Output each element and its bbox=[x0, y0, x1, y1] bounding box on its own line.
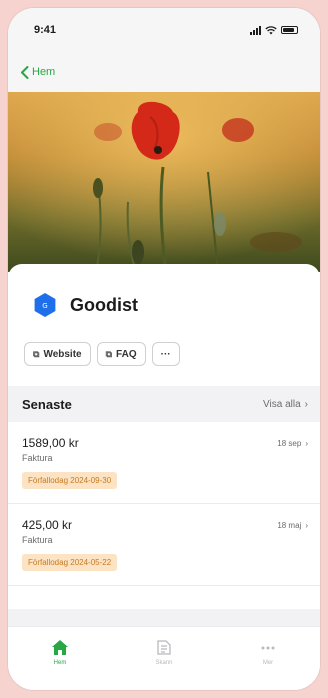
home-icon bbox=[52, 640, 68, 655]
invoice-amount: 1589,00 kr bbox=[22, 436, 79, 450]
external-link-icon: ⧉ bbox=[33, 348, 40, 359]
back-button[interactable]: Hem bbox=[20, 65, 56, 79]
chevron-right-icon: › bbox=[305, 438, 308, 448]
scan-icon bbox=[157, 640, 171, 655]
website-label: Website bbox=[43, 348, 82, 360]
hero-image bbox=[8, 92, 320, 272]
tab-home[interactable]: Hem bbox=[8, 627, 112, 690]
more-options-button[interactable]: ··· bbox=[151, 342, 180, 366]
invoice-row[interactable]: 1589,00 kr 18 sep › Faktura Förfallodag … bbox=[8, 422, 320, 504]
invoice-row[interactable]: 425,00 kr 18 maj › Faktura Förfallodag 2… bbox=[8, 504, 320, 586]
status-icons bbox=[250, 25, 298, 35]
invoice-date: 18 sep › bbox=[277, 439, 308, 448]
chevron-right-icon: › bbox=[305, 520, 308, 530]
tab-label: Mer bbox=[262, 660, 274, 666]
status-bar: 9:41 bbox=[8, 8, 320, 52]
tab-label: Hem bbox=[53, 660, 67, 666]
signal-icon bbox=[250, 25, 261, 35]
wifi-icon bbox=[265, 25, 277, 34]
tab-scan[interactable]: Skann bbox=[112, 627, 216, 690]
invoice-type: Faktura bbox=[22, 453, 53, 463]
chevron-right-icon: › bbox=[304, 398, 308, 410]
poppy-field-image bbox=[8, 92, 320, 272]
nav-bar: Hem bbox=[8, 52, 320, 92]
link-buttons: ⧉ Website ⧉ FAQ ··· bbox=[24, 342, 180, 366]
chevron-left-icon bbox=[21, 65, 29, 79]
due-date-badge: Förfallodag 2024-09-30 bbox=[22, 472, 118, 489]
invoice-date-text: 18 sep bbox=[277, 438, 302, 448]
recent-section-header: Senaste Visa alla › bbox=[8, 386, 320, 422]
phone-screen: 9:41 Hem G Goodist ⧉ Website ⧉ FAQ ··· S… bbox=[8, 8, 320, 690]
due-date-badge: Förfallodag 2024-05-22 bbox=[22, 554, 118, 571]
see-all-link[interactable]: Visa alla › bbox=[263, 399, 308, 410]
invoice-date: 18 maj › bbox=[277, 521, 308, 530]
svg-text:G: G bbox=[42, 302, 47, 310]
battery-icon bbox=[281, 26, 298, 34]
invoice-type: Faktura bbox=[22, 535, 53, 545]
more-icon bbox=[261, 646, 275, 650]
company-card: G Goodist ⧉ Website ⧉ FAQ ··· Senaste Vi… bbox=[8, 264, 320, 644]
invoice-amount: 425,00 kr bbox=[22, 518, 73, 532]
tab-more[interactable]: Mer bbox=[216, 627, 320, 690]
tab-bar: Hem Skann Mer bbox=[8, 626, 320, 690]
website-button[interactable]: ⧉ Website bbox=[24, 342, 91, 366]
faq-label: FAQ bbox=[116, 348, 137, 360]
brand-name: Goodist bbox=[70, 294, 138, 315]
brand-header: G Goodist bbox=[32, 292, 138, 318]
section-title: Senaste bbox=[22, 396, 72, 412]
tab-label: Skann bbox=[155, 660, 173, 666]
invoice-date-text: 18 maj bbox=[277, 520, 302, 530]
back-label: Hem bbox=[32, 66, 56, 78]
ellipsis-icon: ··· bbox=[160, 348, 171, 360]
status-time: 9:41 bbox=[34, 24, 57, 36]
faq-button[interactable]: ⧉ FAQ bbox=[96, 342, 146, 366]
goodist-logo-icon: G bbox=[34, 293, 56, 317]
see-all-label: Visa alla bbox=[263, 398, 301, 410]
external-link-icon: ⧉ bbox=[105, 348, 113, 359]
